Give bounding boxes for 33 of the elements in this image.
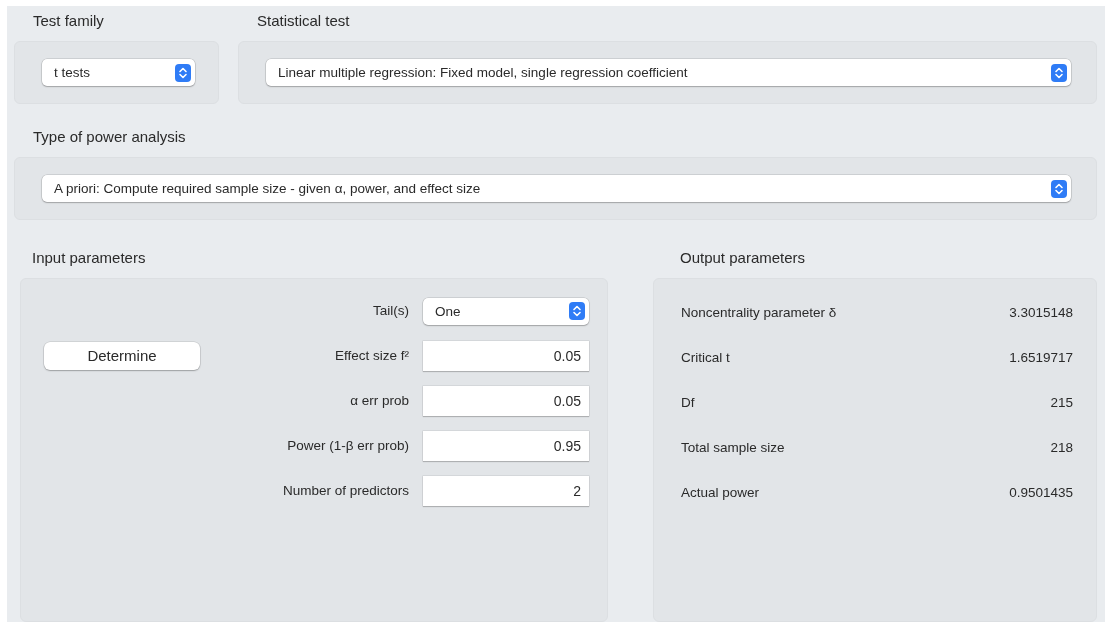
stepper-icon <box>1051 179 1067 198</box>
parameter-label: Effect size f² <box>334 347 409 365</box>
dropdown[interactable]: One <box>423 297 589 325</box>
group-label: Statistical test <box>256 11 351 31</box>
parameter-field[interactable]: 2 <box>423 476 589 506</box>
parameter-field[interactable]: 0.05 <box>423 341 589 371</box>
output-label: Actual power <box>681 484 761 502</box>
dropdown[interactable]: t tests <box>42 59 195 86</box>
stepper-icon <box>175 63 191 82</box>
output-label: Df <box>681 394 696 412</box>
output-label: Critical t <box>681 349 731 367</box>
group-label: Test family <box>32 11 105 31</box>
determine-button[interactable]: Determine <box>44 342 200 370</box>
output-value: 218 <box>1049 439 1073 457</box>
parameter-field[interactable]: 0.05 <box>423 386 589 416</box>
group-label: Type of power analysis <box>32 127 187 147</box>
parameter-label: Tail(s) <box>373 302 409 320</box>
stepper-icon <box>1051 63 1067 82</box>
parameter-label: Power (1-β err prob) <box>287 437 409 455</box>
output-value: 215 <box>1049 394 1073 412</box>
output-label: Total sample size <box>681 439 786 457</box>
dropdown[interactable]: Linear multiple regression: Fixed model, single regression coefficient <box>266 59 1071 86</box>
group-label: Input parameters <box>31 248 147 268</box>
output-value: 1.6519717 <box>1009 349 1073 367</box>
output-value: 0.9501435 <box>1009 484 1073 502</box>
parameter-field[interactable]: 0.95 <box>423 431 589 461</box>
parameter-label: α err prob <box>350 392 409 410</box>
group-label: Output parameters <box>679 248 807 268</box>
stepper-icon <box>569 302 585 320</box>
output-value: 3.3015148 <box>1009 304 1073 322</box>
parameter-label: Number of predictors <box>282 482 409 500</box>
output-label: Noncentrality parameter δ <box>681 304 838 322</box>
dropdown[interactable]: A priori: Compute required sample size - given α, power, and effect size <box>42 175 1071 202</box>
